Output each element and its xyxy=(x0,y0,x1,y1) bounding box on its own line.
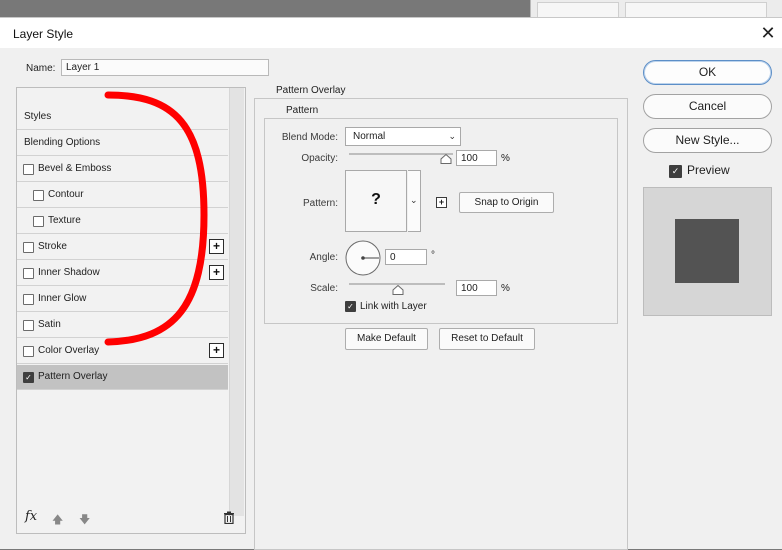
link-with-layer-label: Link with Layer xyxy=(360,301,427,312)
style-label: Color Overlay xyxy=(38,345,100,356)
link-with-layer-checkbox[interactable]: ✓ xyxy=(345,301,356,312)
styles-scrollbar[interactable] xyxy=(229,88,244,516)
arrow-up-icon[interactable]: 🡅 xyxy=(52,511,63,530)
trash-icon[interactable] xyxy=(223,511,235,525)
angle-unit: ° xyxy=(431,250,435,261)
opacity-slider-track[interactable] xyxy=(349,153,453,155)
pattern-picker-dropdown[interactable]: ⌄ xyxy=(408,170,421,232)
preview-swatch xyxy=(675,219,739,283)
style-label: Inner Shadow xyxy=(38,267,100,278)
angle-dial[interactable] xyxy=(345,240,381,276)
make-default-button[interactable]: Make Default xyxy=(345,328,428,350)
style-label: Blending Options xyxy=(24,137,101,148)
style-label: Stroke xyxy=(38,241,67,252)
dialog-title: Layer Style xyxy=(13,27,74,41)
close-icon[interactable]: ✕ xyxy=(757,22,779,44)
style-checkbox[interactable] xyxy=(23,320,34,331)
style-label: Satin xyxy=(38,319,61,330)
pattern-unknown-icon: ? xyxy=(371,191,381,208)
style-checkbox[interactable] xyxy=(23,268,34,279)
style-checkbox[interactable] xyxy=(33,216,44,227)
scale-label: Scale: xyxy=(310,283,338,294)
cancel-button[interactable]: Cancel xyxy=(643,94,772,119)
opacity-unit: % xyxy=(501,153,510,164)
style-checkbox[interactable] xyxy=(23,242,34,253)
new-preset-icon[interactable]: + xyxy=(436,197,447,208)
reset-to-default-button[interactable]: Reset to Default xyxy=(439,328,535,350)
style-checkbox[interactable] xyxy=(23,164,34,175)
style-label: Contour xyxy=(48,189,84,200)
pattern-swatch[interactable]: ? xyxy=(345,170,407,232)
style-checkbox[interactable] xyxy=(33,190,44,201)
blend-mode-select[interactable]: Normal ⌄ xyxy=(345,127,461,146)
style-checkbox[interactable] xyxy=(23,294,34,305)
pattern-label: Pattern: xyxy=(302,198,338,209)
opacity-label: Opacity: xyxy=(301,153,338,164)
style-row[interactable]: ✓ Pattern Overlay xyxy=(17,365,228,390)
blend-mode-value: Normal xyxy=(353,131,386,142)
group-title: Pattern xyxy=(283,105,322,116)
opacity-slider-thumb[interactable] xyxy=(440,153,452,167)
arrow-down-icon[interactable]: 🡇 xyxy=(79,511,90,530)
style-checkbox[interactable] xyxy=(23,346,34,357)
style-checkbox[interactable]: ✓ xyxy=(23,372,34,383)
red-annotation-bracket xyxy=(104,91,208,346)
style-label: Styles xyxy=(24,111,52,122)
new-style-button[interactable]: New Style... xyxy=(643,128,772,153)
opacity-input[interactable]: 100 xyxy=(456,150,497,166)
angle-label: Angle: xyxy=(309,252,338,263)
chevron-down-icon: ⌄ xyxy=(448,131,456,141)
angle-input[interactable]: 0 xyxy=(385,249,427,265)
section-title: Pattern Overlay xyxy=(273,85,349,96)
snap-to-origin-button[interactable]: Snap to Origin xyxy=(459,192,554,213)
style-label: Pattern Overlay xyxy=(38,371,108,382)
name-input[interactable] xyxy=(61,59,269,76)
scale-slider-thumb[interactable] xyxy=(392,284,404,298)
blend-mode-label: Blend Mode: xyxy=(281,132,338,143)
style-label: Inner Glow xyxy=(38,293,87,304)
title-bar: Layer Style ✕ xyxy=(0,18,782,48)
style-label: Texture xyxy=(48,215,81,226)
scale-input[interactable]: 100 xyxy=(456,280,497,296)
chevron-down-icon: ⌄ xyxy=(410,195,418,205)
fx-icon[interactable]: fx xyxy=(25,509,37,524)
scale-unit: % xyxy=(501,283,510,294)
preview-label: Preview xyxy=(687,163,730,177)
preview-checkbox[interactable]: ✓ xyxy=(669,165,682,178)
name-label: Name: xyxy=(26,63,56,74)
ok-button[interactable]: OK xyxy=(643,60,772,85)
